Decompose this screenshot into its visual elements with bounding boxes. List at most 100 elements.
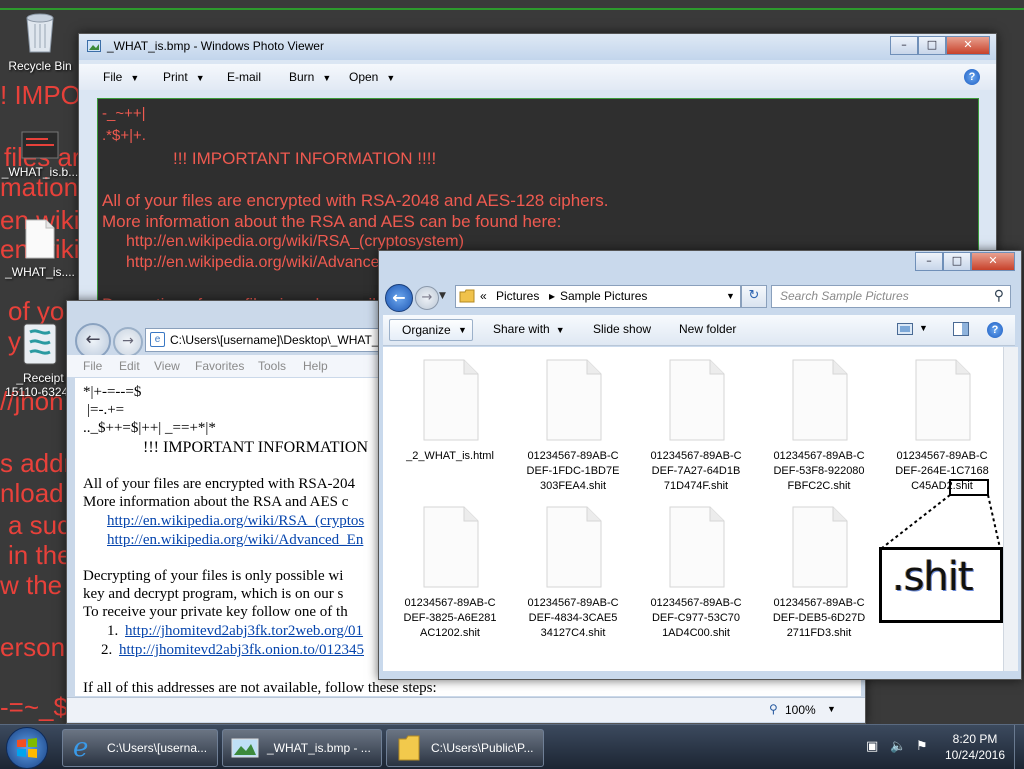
photo-viewer-menubar: File ▼ Print ▼ E-mail Burn ▼ Open ▼ ? bbox=[79, 64, 996, 90]
chevron-down-icon: ▼ bbox=[555, 325, 565, 335]
taskbar-button-label: C:\Users\[userna... bbox=[107, 741, 208, 755]
file-name-line: 01234567-89AB-C bbox=[527, 450, 619, 462]
menu-help[interactable]: Help bbox=[303, 359, 328, 373]
script-file-icon bbox=[23, 323, 57, 365]
file-name: 01234567-89AB-C DEF-DEB5-6D27D 2711FD3.shi… bbox=[764, 596, 874, 641]
link-tor2web[interactable]: http://jhomitevd2abj3fk.tor2web.org/01 bbox=[125, 623, 363, 640]
folder-icon bbox=[398, 735, 420, 761]
file-icon bbox=[423, 359, 479, 441]
taskbar-button-ie[interactable]: e C:\Users\[userna... bbox=[62, 729, 218, 767]
file-name-line: DEF-1FDC-1BD7E bbox=[526, 465, 620, 477]
file-name-line: 303FEA4.shit bbox=[539, 480, 607, 492]
link-aes[interactable]: http://en.wikipedia.org/wiki/Advanced_En bbox=[107, 532, 363, 549]
menu-label: Open bbox=[349, 70, 379, 84]
folder-icon bbox=[459, 289, 475, 303]
volume-icon[interactable]: 🔈 bbox=[890, 739, 906, 754]
close-button[interactable]: ✕ bbox=[971, 252, 1015, 271]
menu-favorites[interactable]: Favorites bbox=[195, 359, 244, 373]
breadcrumb[interactable]: « Pictures ▸ Sample Pictures ▼ bbox=[455, 285, 741, 308]
maximize-button[interactable]: □ bbox=[918, 36, 946, 55]
back-button[interactable]: ← bbox=[75, 323, 111, 359]
menu-file[interactable]: File bbox=[83, 359, 102, 373]
file-name-line: FBFC2C.shit bbox=[787, 480, 851, 492]
forward-button[interactable]: → bbox=[113, 327, 143, 357]
wallpaper-line: in the bbox=[8, 540, 72, 570]
menu-open[interactable]: Open ▼ bbox=[349, 70, 395, 84]
chevron-down-icon: ▼ bbox=[458, 325, 467, 335]
file-name: 01234567-89AB-C DEF-4834-3CAE5 34127C4.shi… bbox=[518, 596, 628, 641]
wallpaper-line: -=~_$ bbox=[0, 692, 68, 722]
help-icon[interactable]: ? bbox=[987, 322, 1003, 338]
start-button[interactable] bbox=[6, 727, 48, 769]
file-icon bbox=[669, 359, 725, 441]
content-text: More information about the RSA and AES c bbox=[83, 494, 349, 510]
taskbar-button-label: C:\Users\Public\P... bbox=[431, 741, 534, 755]
wallpaper-line: a suc bbox=[8, 510, 71, 540]
recent-pages-chevron-icon[interactable]: ▼ bbox=[439, 291, 446, 301]
desktop-icon-recycle-bin[interactable]: Recycle Bin bbox=[0, 10, 80, 73]
breadcrumb-pictures[interactable]: Pictures bbox=[496, 289, 539, 303]
change-view-button[interactable]: ▼ bbox=[897, 321, 928, 337]
minimize-button[interactable]: – bbox=[915, 252, 943, 271]
menu-file[interactable]: File ▼ bbox=[103, 70, 139, 84]
link-rsa[interactable]: http://en.wikipedia.org/wiki/RSA_(crypto… bbox=[107, 513, 364, 530]
forward-button[interactable]: → bbox=[415, 286, 439, 310]
slide-show-button[interactable]: Slide show bbox=[593, 322, 651, 336]
desktop-icon-what-is-bmp[interactable]: _WHAT_is.b... bbox=[0, 130, 80, 179]
file-name-line: 1AD4C00.shit bbox=[662, 627, 730, 639]
menu-tools[interactable]: Tools bbox=[258, 359, 286, 373]
show-desktop-button[interactable] bbox=[1014, 725, 1024, 769]
image-file-icon bbox=[21, 131, 59, 159]
file-icon bbox=[792, 506, 848, 588]
content-text: *|+-=--=$ bbox=[83, 384, 142, 400]
desktop-icon-what-is-html[interactable]: _WHAT_is.... bbox=[0, 218, 80, 279]
ie-icon: e bbox=[73, 733, 89, 763]
network-icon[interactable]: ▣ bbox=[866, 739, 878, 754]
content-text: .._$++=$|++| _==+*|* bbox=[83, 420, 216, 436]
breadcrumb-sample-pictures[interactable]: Sample Pictures bbox=[560, 289, 647, 303]
menu-print[interactable]: Print ▼ bbox=[163, 70, 205, 84]
windows-logo-icon bbox=[17, 738, 37, 758]
chevron-down-icon[interactable]: ▼ bbox=[726, 291, 735, 301]
new-folder-button[interactable]: New folder bbox=[679, 322, 736, 336]
image-text: More information about the RSA and AES c… bbox=[102, 212, 562, 231]
file-name: 01234567-89AB-C DEF-1FDC-1BD7E 303FEA4.shi… bbox=[518, 449, 628, 494]
file-name: _2_WHAT_is.html bbox=[395, 449, 505, 464]
menu-edit[interactable]: Edit bbox=[119, 359, 140, 373]
file-name-line: 71D474F.shit bbox=[663, 480, 729, 492]
action-center-flag-icon[interactable]: ⚑ bbox=[916, 739, 928, 754]
file-name-line: 01234567-89AB-C bbox=[896, 450, 988, 462]
clock[interactable]: 8:20 PM 10/24/2016 bbox=[940, 731, 1010, 763]
refresh-icon[interactable]: ↻ bbox=[741, 285, 767, 308]
menu-view[interactable]: View bbox=[154, 359, 180, 373]
breadcrumb-separator: « bbox=[480, 289, 487, 303]
taskbar-button-explorer[interactable]: C:\Users\Public\P... bbox=[386, 729, 544, 767]
ie-status-bar: ⚲ 100% ▼ bbox=[67, 697, 865, 722]
vertical-scrollbar[interactable] bbox=[1003, 347, 1018, 671]
menu-burn[interactable]: Burn ▼ bbox=[289, 70, 331, 84]
file-icon bbox=[669, 506, 725, 588]
image-heading: !!! IMPORTANT INFORMATION !!!! bbox=[173, 149, 437, 168]
image-text: -_~++| bbox=[102, 105, 146, 122]
close-button[interactable]: ✕ bbox=[946, 36, 990, 55]
menu-email[interactable]: E-mail bbox=[227, 70, 261, 84]
file-name-line: DEF-53F8-922080 bbox=[773, 465, 865, 477]
photo-viewer-titlebar[interactable]: _WHAT_is.bmp - Windows Photo Viewer – □ … bbox=[79, 34, 996, 60]
maximize-button[interactable]: □ bbox=[943, 252, 971, 271]
share-with-button[interactable]: Share with ▼ bbox=[493, 322, 565, 336]
zoom-control[interactable]: ⚲ 100% ▼ bbox=[767, 700, 837, 718]
preview-pane-icon[interactable] bbox=[953, 322, 969, 336]
wallpaper-line: s addr bbox=[0, 448, 73, 478]
help-icon[interactable]: ? bbox=[964, 69, 980, 85]
menu-label: Burn bbox=[289, 70, 315, 84]
taskbar-button-photo-viewer[interactable]: _WHAT_is.bmp - ... bbox=[222, 729, 382, 767]
zoom-callout-text: .shit bbox=[892, 554, 974, 600]
back-button[interactable]: ← bbox=[385, 284, 413, 312]
organize-button[interactable]: Organize ▼ bbox=[389, 319, 473, 341]
file-name: 01234567-89AB-C DEF-7A27-64D1B 71D474F.shi… bbox=[641, 449, 751, 494]
link-onion[interactable]: http://jhomitevd2abj3fk.onion.to/012345 bbox=[119, 642, 364, 659]
search-input[interactable]: Search Sample Pictures ⚲ bbox=[771, 285, 1011, 308]
minimize-button[interactable]: – bbox=[890, 36, 918, 55]
content-heading: !!! IMPORTANT INFORMATION bbox=[143, 439, 369, 456]
clock-time: 8:20 PM bbox=[952, 732, 998, 746]
